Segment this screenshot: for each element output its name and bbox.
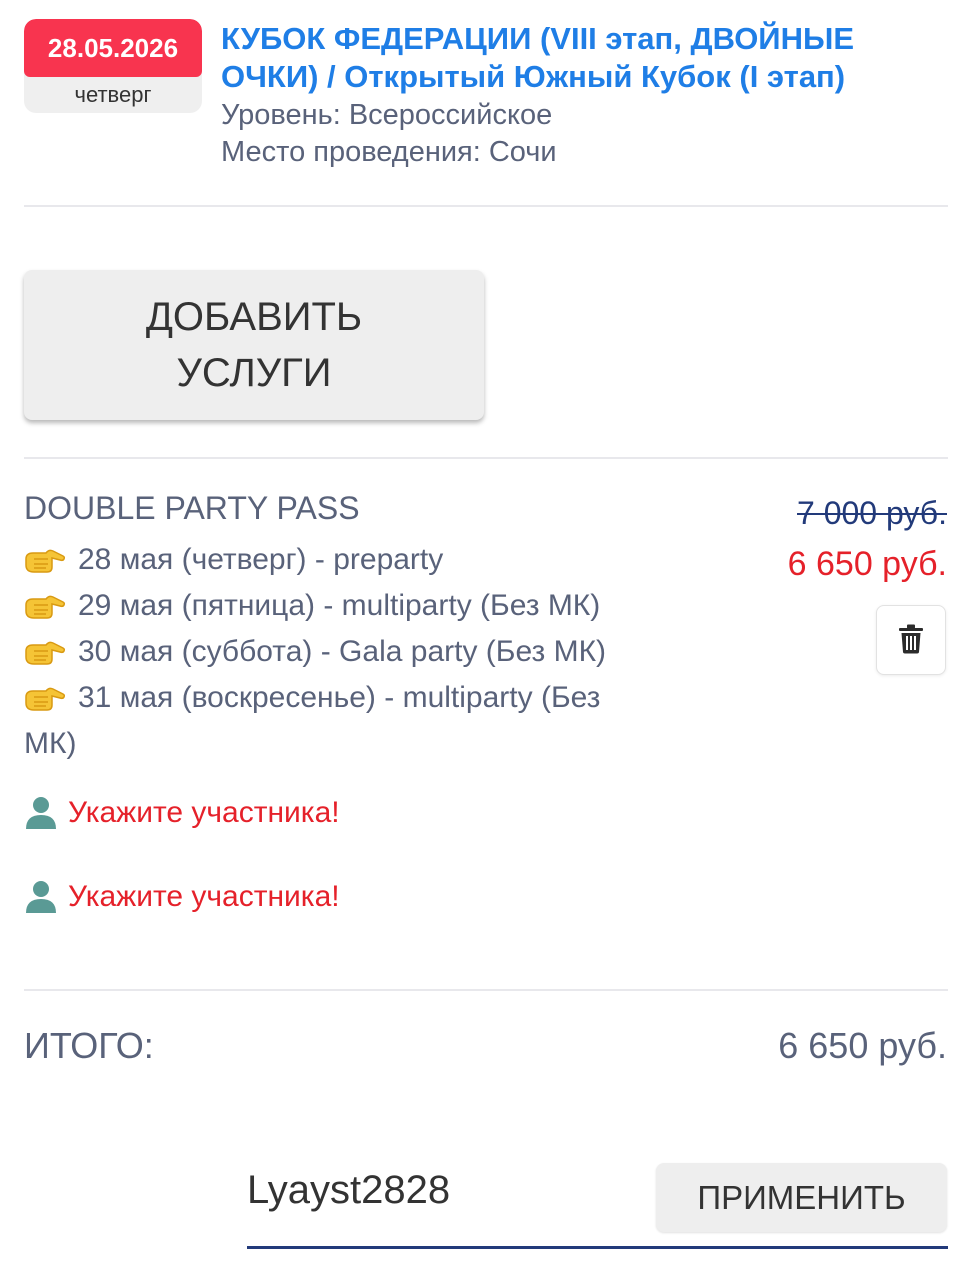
participant-warning-text: Укажите участника! (68, 880, 340, 913)
event-level: Уровень: Всероссийское (221, 99, 553, 131)
divider (24, 989, 948, 991)
item-name: DOUBLE PARTY PASS (24, 490, 360, 526)
participant-warning[interactable]: Укажите участника! (24, 796, 340, 830)
person-icon (24, 880, 58, 914)
event-date: 28.05.2026 (24, 19, 202, 77)
pointing-hand-icon (24, 583, 68, 629)
item-line-text: 29 мая (пятница) - multiparty (Без МК) (78, 589, 601, 622)
event-weekday: четверг (74, 82, 152, 107)
add-services-button[interactable]: ДОБАВИТЬ УСЛУГИ (24, 270, 484, 420)
item-line: 30 мая (суббота) - Gala party (Без МК) (24, 629, 684, 675)
promo-input-underline (247, 1246, 948, 1249)
person-icon (24, 796, 58, 830)
item-line-text: 30 мая (суббота) - Gala party (Без МК) (78, 635, 607, 668)
promo-code-input[interactable] (247, 1160, 637, 1220)
event-venue: Место проведения: Сочи (221, 136, 557, 168)
item-line: 29 мая (пятница) - multiparty (Без МК) (24, 583, 684, 629)
divider (24, 205, 948, 207)
participant-warning[interactable]: Укажите участника! (24, 880, 340, 914)
divider (24, 457, 948, 459)
total-label: ИТОГО: (24, 1025, 154, 1066)
new-price: 6 650 руб. (787, 545, 947, 583)
pointing-hand-icon (24, 675, 68, 721)
add-services-label-1: ДОБАВИТЬ (145, 295, 363, 339)
total-value: 6 650 руб. (778, 1025, 947, 1066)
item-line-text: 28 мая (четверг) - preparty (78, 543, 444, 576)
event-title[interactable]: КУБОК ФЕДЕРАЦИИ (VIII этап, ДВОЙНЫЕ ОЧКИ… (221, 20, 951, 96)
pointing-hand-icon (24, 629, 68, 675)
delete-item-button[interactable] (876, 605, 946, 675)
event-date-badge: 28.05.2026 четверг (24, 19, 202, 113)
item-line: 31 мая (воскресенье) - multiparty (Без (24, 675, 684, 721)
item-line: 28 мая (четверг) - preparty (24, 537, 684, 583)
trash-icon (898, 624, 924, 657)
participant-warning-text: Укажите участника! (68, 796, 340, 829)
apply-promo-button[interactable]: ПРИМЕНИТЬ (656, 1163, 947, 1232)
add-services-label-2: УСЛУГИ (176, 351, 332, 395)
item-line-text: 31 мая (воскресенье) - multiparty (Без (78, 681, 601, 714)
old-price: 7 000 руб. (797, 495, 947, 531)
pointing-hand-icon (24, 537, 68, 583)
item-line-text: МК) (24, 727, 77, 760)
